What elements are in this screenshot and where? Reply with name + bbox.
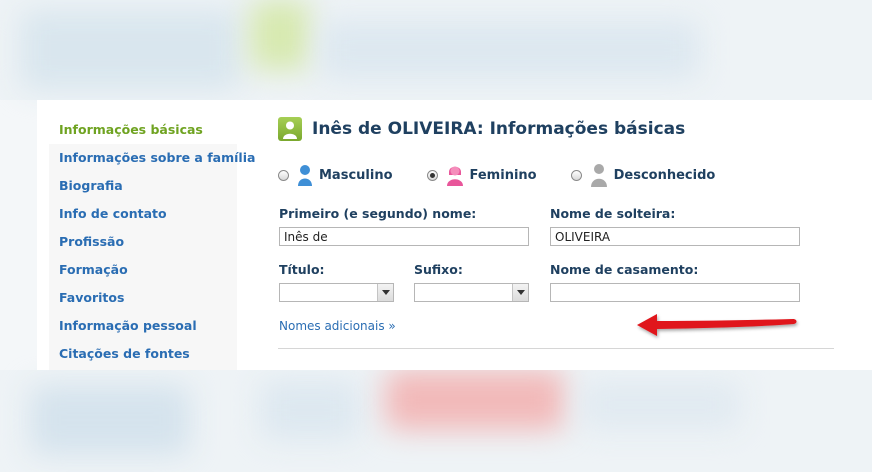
female-radio[interactable]: [426, 169, 438, 181]
blurred-region: [260, 380, 360, 440]
sidebar-item-contact-info[interactable]: Info de contato: [49, 200, 237, 228]
sidebar-item-source-citations[interactable]: Citações de fontes: [49, 340, 237, 368]
sidebar-item-education[interactable]: Formação: [49, 256, 237, 284]
sidebar-item-family-info[interactable]: Informações sobre a família: [49, 144, 255, 172]
title-select[interactable]: [279, 283, 394, 302]
female-person-icon: [446, 164, 464, 186]
female-label: Feminino: [469, 167, 537, 183]
red-annotation-arrow-icon: [637, 314, 797, 336]
maiden-name-input[interactable]: [550, 227, 800, 246]
blurred-region: [20, 10, 240, 90]
male-radio[interactable]: [278, 169, 289, 181]
blurred-region: [580, 380, 740, 430]
sidebar-nav: Informações básicas Informações sobre a …: [49, 116, 255, 370]
maiden-name-label: Nome de solteira:: [550, 206, 676, 221]
married-name-label: Nome de casamento:: [550, 262, 699, 277]
first-name-input[interactable]: [279, 227, 529, 246]
sidebar-item-basic-info[interactable]: Informações básicas: [49, 116, 237, 144]
blurred-region: [250, 0, 310, 70]
chevron-down-icon[interactable]: [377, 284, 393, 301]
unknown-radio[interactable]: [570, 169, 582, 181]
title-label: Título:: [279, 262, 325, 277]
married-name-input[interactable]: [550, 283, 800, 302]
blurred-region: [30, 385, 190, 455]
sidebar-item-favorites[interactable]: Favoritos: [49, 284, 237, 312]
main-content: Inês de OLIVEIRA: Informações básicas Ma…: [278, 100, 872, 370]
additional-names-link[interactable]: Nomes adicionais »: [279, 319, 396, 333]
gender-option-unknown[interactable]: Desconhecido: [570, 163, 716, 187]
gender-selector: Masculino Feminino Desconhecido: [278, 162, 749, 188]
page-title: Inês de OLIVEIRA: Informações básicas: [312, 119, 686, 139]
gender-option-female[interactable]: Feminino: [426, 164, 537, 186]
suffix-label: Sufixo:: [414, 262, 463, 277]
blurred-region: [320, 20, 700, 80]
male-person-icon: [297, 164, 313, 186]
sidebar-item-biography[interactable]: Biografia: [49, 172, 237, 200]
suffix-select[interactable]: [414, 283, 529, 302]
person-profile-icon: [278, 117, 302, 141]
profile-editor-panel: Informações básicas Informações sobre a …: [37, 100, 872, 370]
blurred-region: [385, 370, 565, 430]
sidebar-item-personal-info[interactable]: Informação pessoal: [49, 312, 237, 340]
section-divider: [278, 348, 834, 349]
gender-option-male[interactable]: Masculino: [278, 164, 393, 186]
chevron-down-icon[interactable]: [512, 284, 528, 301]
first-name-label: Primeiro (e segundo) nome:: [279, 206, 477, 221]
unknown-person-icon: [590, 163, 608, 187]
page-header: Inês de OLIVEIRA: Informações básicas: [278, 114, 685, 144]
unknown-label: Desconhecido: [613, 167, 716, 183]
male-label: Masculino: [319, 167, 393, 183]
sidebar-item-profession[interactable]: Profissão: [49, 228, 237, 256]
